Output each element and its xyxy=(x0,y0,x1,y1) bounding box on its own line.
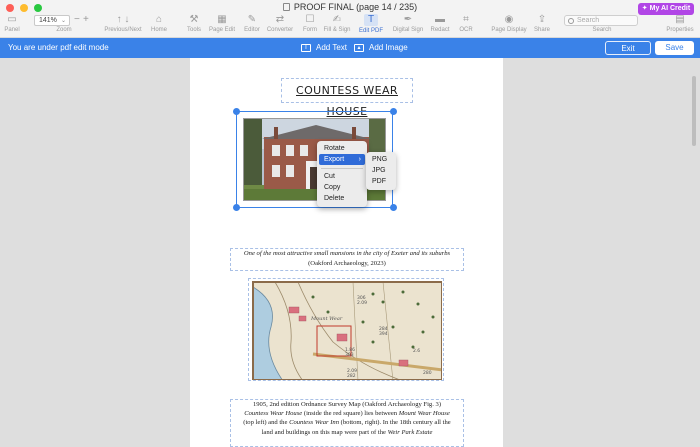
toolbar-tools[interactable]: ⚒ Tools xyxy=(185,14,203,36)
map-label: Mount Wear xyxy=(310,316,343,322)
share-icon: ⇪ xyxy=(537,14,547,25)
tools-icon: ⚒ xyxy=(189,14,199,25)
edit-pdf-icon: T xyxy=(364,14,378,26)
toolbar-panel[interactable]: ▭ Panel xyxy=(2,14,22,36)
panel-icon: ▭ xyxy=(7,14,17,25)
toolbar-properties[interactable]: ▤ Properties xyxy=(662,14,698,36)
page-display-icon: ◉ xyxy=(504,14,514,25)
resize-handle-top-right[interactable] xyxy=(390,108,397,115)
export-png-item[interactable]: PNG xyxy=(372,154,387,165)
toolbar-editor[interactable]: ✎ Editor xyxy=(242,14,262,36)
photo-caption[interactable]: One of the most attractive small mansion… xyxy=(230,249,464,270)
toolbar-page-display[interactable]: ◉ Page Display xyxy=(490,14,528,36)
vertical-scrollbar[interactable] xyxy=(692,76,696,146)
editor-icon: ✎ xyxy=(247,14,257,25)
resize-handle-top-left[interactable] xyxy=(233,108,240,115)
redact-icon: ▬ xyxy=(435,14,445,25)
zoom-out-button[interactable]: − xyxy=(74,14,80,25)
toolbar-fill-sign[interactable]: ✍ Fill & Sign xyxy=(323,14,351,36)
document-icon xyxy=(282,3,290,11)
ordnance-survey-map[interactable]: 306 2.09 284 394 1.86 303 2.09 282 2.6 2… xyxy=(252,281,442,380)
menu-item-copy[interactable]: Copy xyxy=(317,182,367,193)
toolbar-ocr[interactable]: ⌗ OCR xyxy=(456,14,476,36)
exit-button[interactable]: Exit xyxy=(605,41,651,55)
map-caption[interactable]: 1905, 2nd edition Ordnance Survey Map (O… xyxy=(230,400,464,437)
toolbar-form[interactable]: ☐ Form xyxy=(301,14,319,36)
toolbar-page-edit[interactable]: ▦ Page Edit xyxy=(208,14,236,36)
toolbar-previous-next[interactable]: ↑ ↓ Previous/Next xyxy=(104,14,142,36)
add-image-button[interactable]: ▴ Add Image xyxy=(354,43,408,52)
menu-item-cut[interactable]: Cut xyxy=(317,171,367,182)
add-text-icon: T xyxy=(301,43,311,52)
map-label: 394 xyxy=(379,331,388,337)
toolbar-digital-sign[interactable]: ✒ Digital Sign xyxy=(391,14,425,36)
menu-separator xyxy=(321,168,363,169)
save-button[interactable]: Save xyxy=(655,41,694,55)
page-edit-icon: ▦ xyxy=(217,14,227,25)
menu-item-export[interactable]: Export › xyxy=(319,154,365,165)
window-title: PROOF FINAL (page 14 / 235) xyxy=(0,2,700,12)
toolbar-home[interactable]: ⌂ Home xyxy=(150,14,168,36)
edit-mode-bar: You are under pdf edit mode T Add Text ▴… xyxy=(0,38,700,58)
toolbar-edit-pdf[interactable]: T Edit PDF xyxy=(357,14,385,36)
export-jpg-item[interactable]: JPG xyxy=(372,165,386,176)
page-heading[interactable]: COUNTESS WEAR HOUSE xyxy=(283,80,411,118)
top-toolbar: PROOF FINAL (page 14 / 235) ✦ My AI Cred… xyxy=(0,0,700,38)
resize-handle-bottom-left[interactable] xyxy=(233,204,240,211)
converter-icon: ⇄ xyxy=(275,14,285,25)
chevron-right-icon: › xyxy=(358,156,361,163)
resize-handle-bottom-right[interactable] xyxy=(390,204,397,211)
toolbar-converter[interactable]: ⇄ Converter xyxy=(266,14,294,36)
toolbar-share[interactable]: ⇪ Share xyxy=(532,14,552,36)
arrows-icon: ↑ ↓ xyxy=(116,14,130,25)
toolbar-redact[interactable]: ▬ Redact xyxy=(428,14,452,36)
export-pdf-item[interactable]: PDF xyxy=(372,176,386,187)
add-image-icon: ▴ xyxy=(354,43,364,52)
edit-mode-label: You are under pdf edit mode xyxy=(8,43,109,52)
ocr-icon: ⌗ xyxy=(463,14,469,25)
map-label: 2.6 xyxy=(413,348,420,354)
menu-item-delete[interactable]: Delete xyxy=(317,193,367,204)
properties-icon: ▤ xyxy=(675,14,685,25)
context-menu: Rotate Export › Cut Copy Delete xyxy=(317,141,367,207)
menu-item-rotate[interactable]: Rotate xyxy=(317,143,367,154)
form-icon: ☐ xyxy=(305,14,315,25)
digital-sign-icon: ✒ xyxy=(403,14,413,25)
export-submenu: PNG JPG PDF xyxy=(366,152,396,190)
map-label: 303 xyxy=(345,352,354,358)
map-label: 280 xyxy=(423,370,432,376)
search-icon xyxy=(568,18,574,24)
home-icon: ⌂ xyxy=(155,14,163,25)
fill-sign-icon: ✍ xyxy=(332,14,342,25)
add-text-button[interactable]: T Add Text xyxy=(301,43,347,52)
map-label: 282 xyxy=(347,373,356,379)
zoom-in-button[interactable]: + xyxy=(83,14,89,25)
map-label: 2.09 xyxy=(357,300,367,306)
